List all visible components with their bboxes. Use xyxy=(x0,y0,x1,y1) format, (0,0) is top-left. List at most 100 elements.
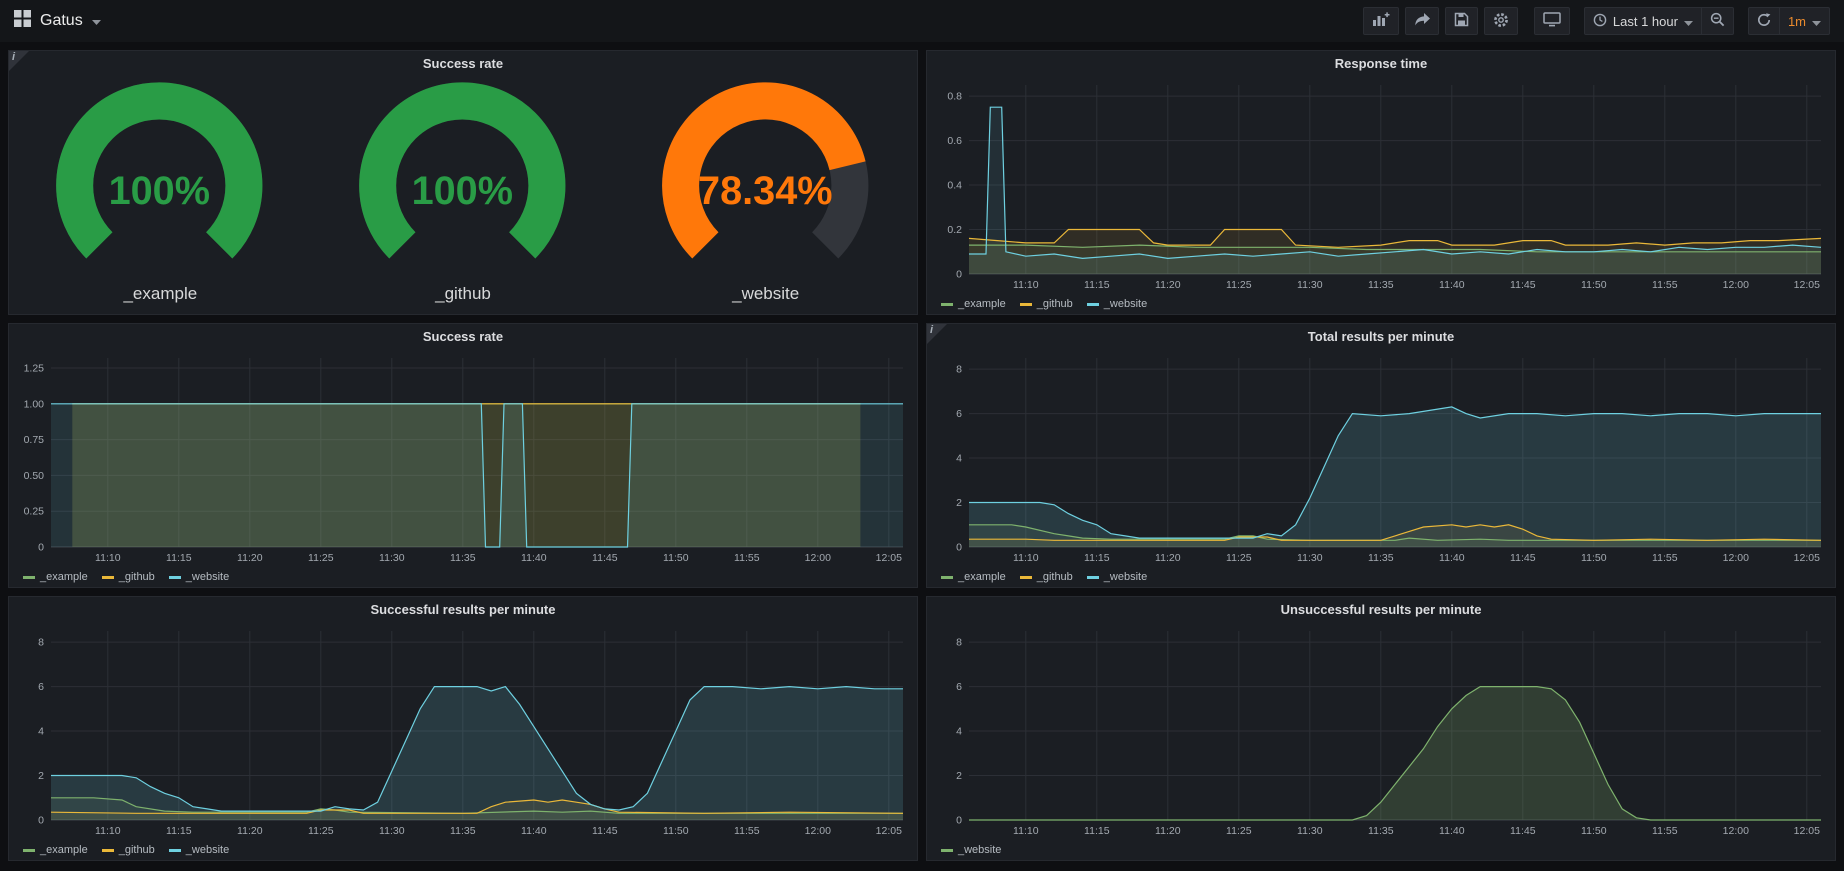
panel-success-rate-gauges: i Success rate 100% _example 100% _githu… xyxy=(8,50,918,315)
svg-text:11:25: 11:25 xyxy=(1226,552,1252,564)
legend-series-name: _github xyxy=(119,571,155,583)
svg-text:8: 8 xyxy=(956,637,962,649)
gauge-label: _example xyxy=(123,282,197,308)
legend-item[interactable]: _example xyxy=(941,571,1006,583)
navbar: Gatus Last 1 hour xyxy=(0,0,1844,42)
legend-item[interactable]: _website xyxy=(169,571,229,583)
svg-text:11:50: 11:50 xyxy=(663,552,689,564)
save-dashboard-button[interactable] xyxy=(1445,7,1478,35)
svg-text:11:50: 11:50 xyxy=(1581,279,1607,291)
svg-text:2: 2 xyxy=(956,770,962,782)
legend-series-name: _github xyxy=(1037,571,1073,583)
svg-text:11:55: 11:55 xyxy=(734,552,760,564)
panel-title[interactable]: Unsuccessful results per minute xyxy=(927,597,1835,623)
svg-text:12:05: 12:05 xyxy=(876,825,902,837)
panel-info-icon[interactable]: i xyxy=(927,324,947,344)
svg-text:12:05: 12:05 xyxy=(1794,279,1820,291)
refresh-group: 1m xyxy=(1748,7,1830,35)
chart-legend: _example _github _website xyxy=(23,844,229,856)
legend-item[interactable]: _website xyxy=(941,844,1001,856)
legend-item[interactable]: _website xyxy=(1087,298,1147,310)
panel-title[interactable]: Success rate xyxy=(9,51,917,77)
gauge-github: 100% _github xyxy=(312,77,615,308)
svg-text:0: 0 xyxy=(956,815,962,827)
svg-text:11:50: 11:50 xyxy=(663,825,689,837)
svg-text:11:10: 11:10 xyxy=(1013,279,1039,291)
svg-text:11:10: 11:10 xyxy=(95,552,121,564)
time-range-button[interactable]: Last 1 hour xyxy=(1584,7,1702,35)
svg-text:11:25: 11:25 xyxy=(308,825,334,837)
refresh-interval-button[interactable]: 1m xyxy=(1780,7,1830,35)
info-icon-glyph: i xyxy=(12,51,15,63)
svg-text:11:20: 11:20 xyxy=(237,825,263,837)
caret-down-icon xyxy=(92,12,101,30)
legend-item[interactable]: _example xyxy=(941,298,1006,310)
svg-text:0.50: 0.50 xyxy=(24,470,45,482)
chart-response-time[interactable]: 00.20.40.60.811:1011:1511:2011:2511:3011… xyxy=(933,77,1829,292)
panel-title[interactable]: Success rate xyxy=(9,324,917,350)
info-icon-glyph: i xyxy=(930,324,933,336)
legend-series-name: _example xyxy=(958,571,1006,583)
share-dashboard-button[interactable] xyxy=(1405,7,1439,35)
dashboard-grid: i Success rate 100% _example 100% _githu… xyxy=(0,42,1844,869)
svg-text:4: 4 xyxy=(38,726,44,738)
legend-series-name: _website xyxy=(958,844,1001,856)
chart-total-results[interactable]: 0246811:1011:1511:2011:2511:3011:3511:40… xyxy=(933,350,1829,565)
panel-info-icon[interactable]: i xyxy=(9,51,29,71)
svg-text:11:15: 11:15 xyxy=(1084,825,1110,837)
chart-svg: 00.20.40.60.811:1011:1511:2011:2511:3011… xyxy=(933,77,1829,292)
legend-series-name: _website xyxy=(1104,571,1147,583)
svg-text:12:05: 12:05 xyxy=(1794,552,1820,564)
legend-item[interactable]: _example xyxy=(23,844,88,856)
legend-swatch xyxy=(1020,576,1032,579)
chart-successful-results[interactable]: 0246811:1011:1511:2011:2511:3011:3511:40… xyxy=(15,623,911,838)
gauge-svg: 78.34% xyxy=(637,77,895,282)
legend-item[interactable]: _website xyxy=(169,844,229,856)
svg-text:0: 0 xyxy=(38,815,44,827)
legend-series-name: _website xyxy=(186,844,229,856)
legend-item[interactable]: _github xyxy=(102,571,155,583)
svg-text:12:00: 12:00 xyxy=(1723,552,1749,564)
svg-text:6: 6 xyxy=(956,681,962,693)
panel-title[interactable]: Response time xyxy=(927,51,1835,77)
add-panel-button[interactable] xyxy=(1363,7,1399,35)
svg-text:11:55: 11:55 xyxy=(1652,552,1678,564)
dashboard-title[interactable]: Gatus xyxy=(40,12,83,30)
svg-text:8: 8 xyxy=(956,364,962,376)
legend-item[interactable]: _github xyxy=(1020,571,1073,583)
panel-title[interactable]: Successful results per minute xyxy=(9,597,917,623)
dashboard-settings-button[interactable] xyxy=(1484,7,1518,35)
svg-text:0.4: 0.4 xyxy=(947,180,962,192)
legend-series-name: _example xyxy=(958,298,1006,310)
svg-text:12:00: 12:00 xyxy=(805,552,831,564)
time-range-label: Last 1 hour xyxy=(1613,14,1678,29)
chart-success-rate[interactable]: 00.250.500.751.001.2511:1011:1511:2011:2… xyxy=(15,350,911,565)
legend-series-name: _website xyxy=(186,571,229,583)
refresh-button[interactable] xyxy=(1748,7,1780,35)
dashboard-grid-icon[interactable] xyxy=(14,10,31,32)
svg-text:11:10: 11:10 xyxy=(95,825,121,837)
chart-unsuccessful-results[interactable]: 0246811:1011:1511:2011:2511:3011:3511:40… xyxy=(933,623,1829,838)
chart-svg: 0246811:1011:1511:2011:2511:3011:3511:40… xyxy=(933,623,1829,838)
svg-text:11:30: 11:30 xyxy=(379,552,405,564)
zoom-out-button[interactable] xyxy=(1702,7,1734,35)
legend-item[interactable]: _github xyxy=(102,844,155,856)
legend-swatch xyxy=(941,849,953,852)
panel-title[interactable]: Total results per minute xyxy=(927,324,1835,350)
svg-text:11:50: 11:50 xyxy=(1581,552,1607,564)
chart-svg: 0246811:1011:1511:2011:2511:3011:3511:40… xyxy=(933,350,1829,565)
svg-text:12:00: 12:00 xyxy=(1723,825,1749,837)
svg-text:11:40: 11:40 xyxy=(521,552,547,564)
svg-text:11:10: 11:10 xyxy=(1013,552,1039,564)
svg-text:0.25: 0.25 xyxy=(24,506,45,518)
legend-series-name: _github xyxy=(119,844,155,856)
svg-text:11:20: 11:20 xyxy=(1155,279,1181,291)
gauge-svg: 100% xyxy=(334,77,592,282)
legend-item[interactable]: _website xyxy=(1087,571,1147,583)
svg-text:0.6: 0.6 xyxy=(947,135,962,147)
legend-item[interactable]: _github xyxy=(1020,298,1073,310)
panel-success-rate-timeseries: Success rate 00.250.500.751.001.2511:101… xyxy=(8,323,918,588)
cycle-view-mode-button[interactable] xyxy=(1534,7,1570,35)
monitor-icon xyxy=(1543,12,1561,30)
legend-item[interactable]: _example xyxy=(23,571,88,583)
